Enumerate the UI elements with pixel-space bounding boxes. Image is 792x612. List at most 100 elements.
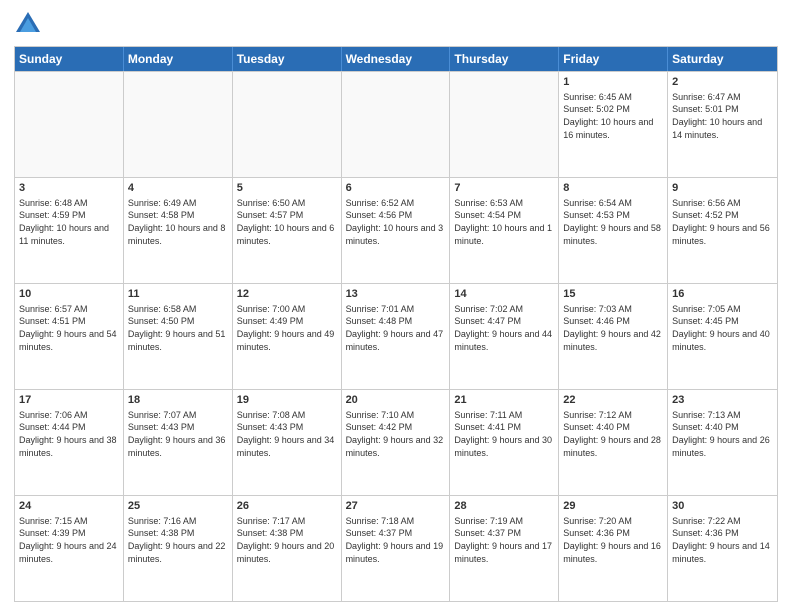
day-info: Sunrise: 7:17 AMSunset: 4:38 PMDaylight:… [237, 515, 337, 565]
day-info: Sunrise: 6:54 AMSunset: 4:53 PMDaylight:… [563, 197, 663, 247]
day-number: 5 [237, 181, 337, 196]
day-info: Sunrise: 7:02 AMSunset: 4:47 PMDaylight:… [454, 303, 554, 353]
day-info: Sunrise: 7:10 AMSunset: 4:42 PMDaylight:… [346, 409, 446, 459]
day-number: 30 [672, 499, 773, 514]
day-info: Sunrise: 7:08 AMSunset: 4:43 PMDaylight:… [237, 409, 337, 459]
day-number: 13 [346, 287, 446, 302]
cal-cell: 10Sunrise: 6:57 AMSunset: 4:51 PMDayligh… [15, 284, 124, 389]
cal-cell: 12Sunrise: 7:00 AMSunset: 4:49 PMDayligh… [233, 284, 342, 389]
day-info: Sunrise: 7:03 AMSunset: 4:46 PMDaylight:… [563, 303, 663, 353]
cal-cell: 24Sunrise: 7:15 AMSunset: 4:39 PMDayligh… [15, 496, 124, 601]
day-info: Sunrise: 6:45 AMSunset: 5:02 PMDaylight:… [563, 91, 663, 141]
day-info: Sunrise: 7:19 AMSunset: 4:37 PMDaylight:… [454, 515, 554, 565]
day-info: Sunrise: 7:13 AMSunset: 4:40 PMDaylight:… [672, 409, 773, 459]
cal-cell [342, 72, 451, 177]
day-info: Sunrise: 7:05 AMSunset: 4:45 PMDaylight:… [672, 303, 773, 353]
cal-cell: 11Sunrise: 6:58 AMSunset: 4:50 PMDayligh… [124, 284, 233, 389]
day-info: Sunrise: 6:57 AMSunset: 4:51 PMDaylight:… [19, 303, 119, 353]
cal-cell: 16Sunrise: 7:05 AMSunset: 4:45 PMDayligh… [668, 284, 777, 389]
day-info: Sunrise: 7:18 AMSunset: 4:37 PMDaylight:… [346, 515, 446, 565]
day-number: 3 [19, 181, 119, 196]
cal-cell: 15Sunrise: 7:03 AMSunset: 4:46 PMDayligh… [559, 284, 668, 389]
day-info: Sunrise: 7:00 AMSunset: 4:49 PMDaylight:… [237, 303, 337, 353]
cal-cell: 2Sunrise: 6:47 AMSunset: 5:01 PMDaylight… [668, 72, 777, 177]
day-number: 18 [128, 393, 228, 408]
day-info: Sunrise: 6:48 AMSunset: 4:59 PMDaylight:… [19, 197, 119, 247]
day-number: 12 [237, 287, 337, 302]
day-number: 11 [128, 287, 228, 302]
day-number: 8 [563, 181, 663, 196]
header-cell-sunday: Sunday [15, 47, 124, 71]
cal-cell: 14Sunrise: 7:02 AMSunset: 4:47 PMDayligh… [450, 284, 559, 389]
day-number: 24 [19, 499, 119, 514]
header-cell-thursday: Thursday [450, 47, 559, 71]
cal-row-3: 17Sunrise: 7:06 AMSunset: 4:44 PMDayligh… [15, 389, 777, 495]
header-cell-wednesday: Wednesday [342, 47, 451, 71]
day-number: 23 [672, 393, 773, 408]
header-cell-tuesday: Tuesday [233, 47, 342, 71]
cal-row-4: 24Sunrise: 7:15 AMSunset: 4:39 PMDayligh… [15, 495, 777, 601]
cal-cell [15, 72, 124, 177]
cal-cell: 30Sunrise: 7:22 AMSunset: 4:36 PMDayligh… [668, 496, 777, 601]
day-number: 28 [454, 499, 554, 514]
day-number: 17 [19, 393, 119, 408]
cal-cell [450, 72, 559, 177]
day-info: Sunrise: 6:56 AMSunset: 4:52 PMDaylight:… [672, 197, 773, 247]
cal-cell: 18Sunrise: 7:07 AMSunset: 4:43 PMDayligh… [124, 390, 233, 495]
day-number: 14 [454, 287, 554, 302]
day-number: 25 [128, 499, 228, 514]
cal-cell: 25Sunrise: 7:16 AMSunset: 4:38 PMDayligh… [124, 496, 233, 601]
day-number: 4 [128, 181, 228, 196]
day-number: 10 [19, 287, 119, 302]
cal-cell: 20Sunrise: 7:10 AMSunset: 4:42 PMDayligh… [342, 390, 451, 495]
day-info: Sunrise: 7:20 AMSunset: 4:36 PMDaylight:… [563, 515, 663, 565]
cal-cell: 27Sunrise: 7:18 AMSunset: 4:37 PMDayligh… [342, 496, 451, 601]
logo [14, 10, 46, 38]
day-info: Sunrise: 7:12 AMSunset: 4:40 PMDaylight:… [563, 409, 663, 459]
cal-cell: 3Sunrise: 6:48 AMSunset: 4:59 PMDaylight… [15, 178, 124, 283]
cal-cell: 7Sunrise: 6:53 AMSunset: 4:54 PMDaylight… [450, 178, 559, 283]
calendar-body: 1Sunrise: 6:45 AMSunset: 5:02 PMDaylight… [15, 71, 777, 601]
day-info: Sunrise: 6:52 AMSunset: 4:56 PMDaylight:… [346, 197, 446, 247]
cal-cell: 26Sunrise: 7:17 AMSunset: 4:38 PMDayligh… [233, 496, 342, 601]
cal-cell: 6Sunrise: 6:52 AMSunset: 4:56 PMDaylight… [342, 178, 451, 283]
day-number: 29 [563, 499, 663, 514]
day-number: 16 [672, 287, 773, 302]
cal-cell: 9Sunrise: 6:56 AMSunset: 4:52 PMDaylight… [668, 178, 777, 283]
cal-cell [233, 72, 342, 177]
cal-row-1: 3Sunrise: 6:48 AMSunset: 4:59 PMDaylight… [15, 177, 777, 283]
day-number: 20 [346, 393, 446, 408]
day-number: 9 [672, 181, 773, 196]
day-info: Sunrise: 7:22 AMSunset: 4:36 PMDaylight:… [672, 515, 773, 565]
day-info: Sunrise: 6:47 AMSunset: 5:01 PMDaylight:… [672, 91, 773, 141]
cal-cell: 4Sunrise: 6:49 AMSunset: 4:58 PMDaylight… [124, 178, 233, 283]
day-info: Sunrise: 6:53 AMSunset: 4:54 PMDaylight:… [454, 197, 554, 247]
day-info: Sunrise: 6:50 AMSunset: 4:57 PMDaylight:… [237, 197, 337, 247]
day-number: 19 [237, 393, 337, 408]
day-number: 2 [672, 75, 773, 90]
cal-cell: 28Sunrise: 7:19 AMSunset: 4:37 PMDayligh… [450, 496, 559, 601]
page: SundayMondayTuesdayWednesdayThursdayFrid… [0, 0, 792, 612]
cal-cell: 1Sunrise: 6:45 AMSunset: 5:02 PMDaylight… [559, 72, 668, 177]
header-cell-saturday: Saturday [668, 47, 777, 71]
cal-cell [124, 72, 233, 177]
day-number: 22 [563, 393, 663, 408]
day-number: 7 [454, 181, 554, 196]
cal-cell: 17Sunrise: 7:06 AMSunset: 4:44 PMDayligh… [15, 390, 124, 495]
cal-row-0: 1Sunrise: 6:45 AMSunset: 5:02 PMDaylight… [15, 71, 777, 177]
day-info: Sunrise: 7:06 AMSunset: 4:44 PMDaylight:… [19, 409, 119, 459]
day-number: 1 [563, 75, 663, 90]
day-number: 21 [454, 393, 554, 408]
cal-cell: 5Sunrise: 6:50 AMSunset: 4:57 PMDaylight… [233, 178, 342, 283]
day-info: Sunrise: 6:58 AMSunset: 4:50 PMDaylight:… [128, 303, 228, 353]
calendar-header: SundayMondayTuesdayWednesdayThursdayFrid… [15, 47, 777, 71]
cal-cell: 13Sunrise: 7:01 AMSunset: 4:48 PMDayligh… [342, 284, 451, 389]
day-info: Sunrise: 6:49 AMSunset: 4:58 PMDaylight:… [128, 197, 228, 247]
cal-cell: 21Sunrise: 7:11 AMSunset: 4:41 PMDayligh… [450, 390, 559, 495]
day-info: Sunrise: 7:15 AMSunset: 4:39 PMDaylight:… [19, 515, 119, 565]
day-number: 6 [346, 181, 446, 196]
header-cell-monday: Monday [124, 47, 233, 71]
calendar: SundayMondayTuesdayWednesdayThursdayFrid… [14, 46, 778, 602]
day-info: Sunrise: 7:11 AMSunset: 4:41 PMDaylight:… [454, 409, 554, 459]
day-number: 26 [237, 499, 337, 514]
